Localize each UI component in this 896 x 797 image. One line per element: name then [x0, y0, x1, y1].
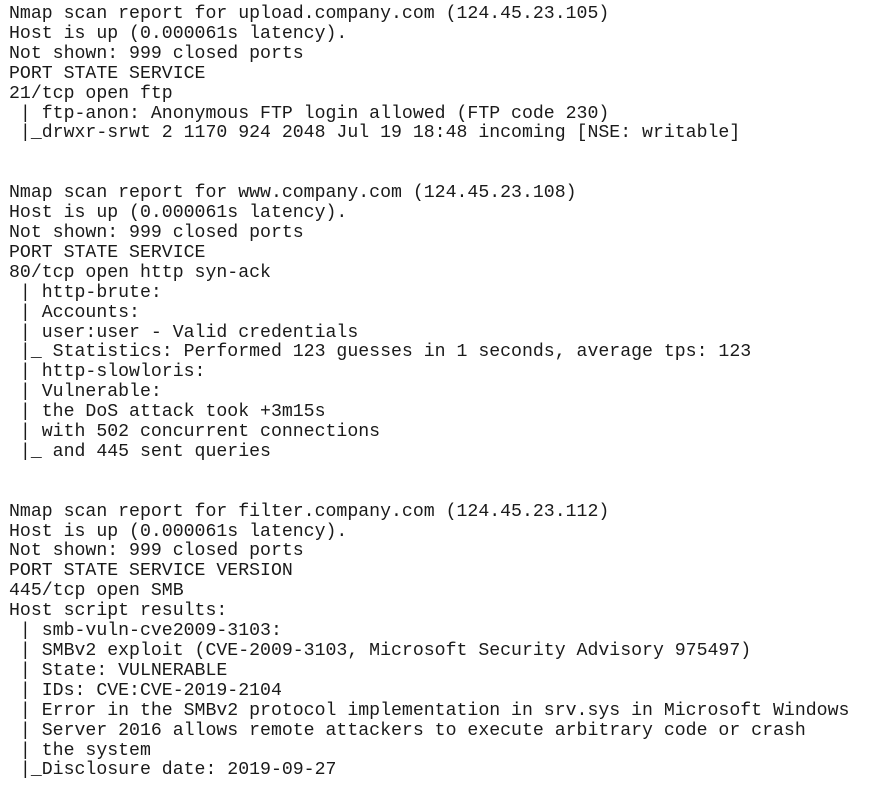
- report-header: Nmap scan report for upload.company.com …: [9, 4, 610, 24]
- port-row: 80/tcp open http syn-ack: [9, 262, 271, 283]
- script-output-line: | http-brute:: [9, 282, 162, 303]
- port-table-header: PORT STATE SERVICE: [9, 63, 206, 84]
- scan-report-upload: Nmap scan report for upload.company.com …: [9, 4, 849, 144]
- script-output-line: | ftp-anon: Anonymous FTP login allowed …: [9, 103, 610, 124]
- report-header: Nmap scan report for filter.company.com …: [9, 501, 610, 522]
- host-status: Host is up (0.000061s latency).: [9, 23, 348, 44]
- script-output-line: | the DoS attack took +3m15s: [9, 402, 326, 423]
- scan-report-filter: Nmap scan report for filter.company.com …: [9, 501, 850, 782]
- script-output-line: | the system: [9, 740, 151, 761]
- closed-ports: Not shown: 999 closed ports: [9, 222, 304, 243]
- port-row: 445/tcp open SMB: [9, 581, 184, 602]
- script-output-line: | SMBv2 exploit (CVE-2009-3103, Microsof…: [9, 641, 752, 661]
- port-row: 21/tcp open ftp: [9, 83, 173, 104]
- host-status: Host is up (0.000061s latency).: [9, 203, 348, 224]
- script-output-line: | Accounts:: [9, 302, 140, 323]
- script-output-line: | State: VULNERABLE: [9, 660, 228, 681]
- port-table-header: PORT STATE SERVICE: [9, 242, 206, 263]
- script-output-line: | Server 2016 allows remote attackers to…: [9, 720, 806, 741]
- script-output-line: |_ Statistics: Performed 123 guesses in …: [9, 342, 752, 363]
- port-table-header: PORT STATE SERVICE VERSION: [9, 561, 293, 582]
- closed-ports: Not shown: 999 closed ports: [9, 43, 304, 64]
- host-script-results: Host script results:: [9, 601, 228, 622]
- nmap-output: Nmap scan report for upload.company.com …: [9, 4, 850, 782]
- script-output-line: | with 502 concurrent connections: [9, 422, 381, 443]
- script-output-line: | smb-vuln-cve2009-3103:: [9, 621, 282, 642]
- script-output-line: | http-slowloris:: [9, 362, 206, 383]
- host-status: Host is up (0.000061s latency).: [9, 521, 348, 542]
- report-header: Nmap scan report for www.company.com (12…: [9, 183, 577, 204]
- script-output-line: |_ and 445 sent queries: [9, 441, 271, 462]
- script-output-line: | Error in the SMBv2 protocol implementa…: [9, 700, 850, 721]
- script-output-line: | IDs: CVE:CVE-2019-2104: [9, 680, 282, 701]
- script-output-line: |_drwxr-srwt 2 1170 924 2048 Jul 19 18:4…: [9, 123, 741, 144]
- script-output-line: |_Disclosure date: 2019-09-27: [9, 760, 337, 781]
- scan-report-www: Nmap scan report for www.company.com (12…: [9, 183, 849, 463]
- closed-ports: Not shown: 999 closed ports: [9, 541, 304, 562]
- script-output-line: | Vulnerable:: [9, 382, 162, 403]
- script-output-line: | user:user - Valid credentials: [9, 322, 359, 343]
